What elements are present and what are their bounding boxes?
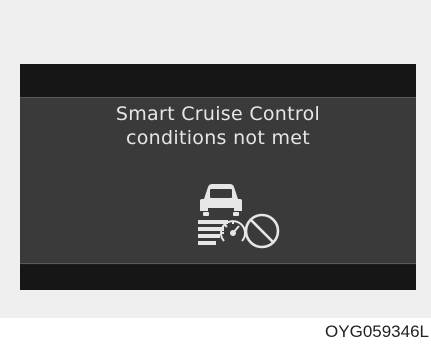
car-front-icon: [200, 184, 242, 216]
display-bottom-divider: [20, 263, 416, 264]
figure-code-caption: OYG059346L: [325, 322, 429, 341]
warning-message-line-2: conditions not met: [126, 127, 310, 149]
cluster-display: Smart Cruise Control conditions not met: [20, 64, 416, 290]
warning-message-line-1: Smart Cruise Control: [115, 103, 321, 125]
manual-figure-panel: Smart Cruise Control conditions not met: [0, 0, 431, 318]
smart-cruise-conditions-not-met-icon: [190, 181, 282, 251]
display-bottom-bar: [20, 265, 416, 290]
display-top-bar: [20, 64, 416, 97]
no-entry-circle-icon: [244, 213, 280, 249]
speedometer-icon: [220, 220, 246, 242]
warning-message: Smart Cruise Control conditions not met: [20, 102, 416, 150]
